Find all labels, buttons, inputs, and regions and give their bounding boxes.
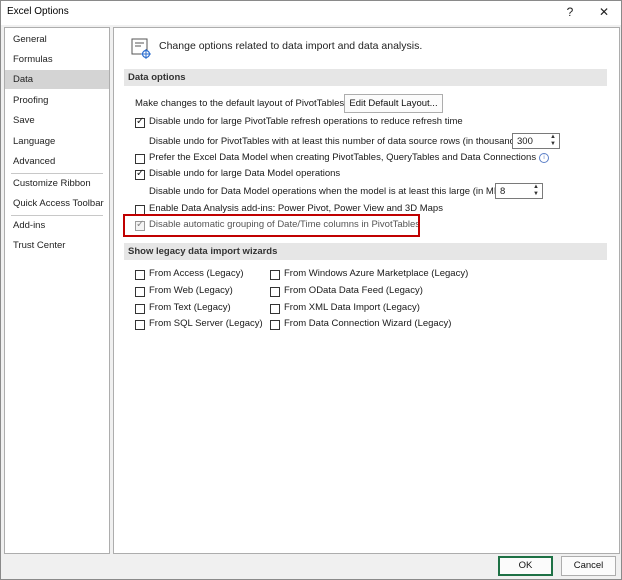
cancel-button[interactable]: Cancel [561, 556, 616, 576]
section-legacy-wizards: Show legacy data import wizards [124, 243, 607, 260]
legacy-odata-label: From OData Data Feed (Legacy) [284, 285, 423, 296]
options-content-panel: Change options related to data import an… [113, 27, 620, 554]
legacy-xml-checkbox[interactable] [270, 304, 280, 314]
ok-button[interactable]: OK [498, 556, 553, 576]
enable-addins-label: Enable Data Analysis add-ins: Power Pivo… [149, 203, 443, 214]
disable-undo-model-label: Disable undo for large Data Model operat… [149, 168, 341, 179]
legacy-access-checkbox[interactable] [135, 270, 145, 280]
disable-undo-pivot-label: Disable undo for large PivotTable refres… [149, 116, 463, 127]
sidebar-item-proofing[interactable]: Proofing [5, 91, 109, 110]
sidebar-item-formulas[interactable]: Formulas [5, 50, 109, 69]
window-title: Excel Options [7, 6, 69, 17]
legacy-web-label: From Web (Legacy) [149, 285, 233, 296]
undo-model-size-label: Disable undo for Data Model operations w… [149, 186, 506, 197]
page-description: Change options related to data import an… [159, 40, 423, 52]
legacy-connection-wizard-checkbox[interactable] [270, 320, 280, 330]
disable-undo-pivot-checkbox[interactable] [135, 116, 145, 128]
legacy-sql-label: From SQL Server (Legacy) [149, 318, 263, 329]
annotation-highlight-box [123, 214, 420, 237]
sidebar-item-add-ins[interactable]: Add-ins [5, 216, 109, 235]
help-button[interactable]: ? [561, 4, 579, 20]
legacy-azure-checkbox[interactable] [270, 270, 280, 280]
sidebar-item-language[interactable]: Language [5, 132, 109, 151]
legacy-xml-label: From XML Data Import (Legacy) [284, 302, 420, 313]
legacy-web-checkbox[interactable] [135, 287, 145, 297]
undo-rows-label: Disable undo for PivotTables with at lea… [149, 136, 526, 147]
sidebar-item-quick-access-toolbar[interactable]: Quick Access Toolbar [5, 194, 109, 213]
legacy-text-checkbox[interactable] [135, 304, 145, 314]
spinner-arrows-icon[interactable]: ▲ ▼ [549, 134, 557, 148]
legacy-access-label: From Access (Legacy) [149, 268, 244, 279]
edit-default-layout-button[interactable]: Edit Default Layout... [344, 94, 443, 113]
legacy-text-label: From Text (Legacy) [149, 302, 231, 313]
sidebar-item-save[interactable]: Save [5, 111, 109, 130]
section-data-options: Data options [124, 69, 607, 86]
undo-model-value: 8 [500, 186, 506, 197]
undo-rows-value: 300 [517, 136, 533, 147]
sidebar-item-trust-center[interactable]: Trust Center [5, 236, 109, 255]
sidebar-item-customize-ribbon[interactable]: Customize Ribbon [5, 174, 109, 193]
legacy-odata-checkbox[interactable] [270, 287, 280, 297]
info-icon[interactable]: i [539, 153, 550, 163]
title-bar: Excel Options ? ✕ [1, 1, 621, 25]
legacy-connection-wizard-label: From Data Connection Wizard (Legacy) [284, 318, 452, 329]
sidebar-item-general[interactable]: General [5, 30, 109, 49]
prefer-data-model-label: Prefer the Excel Data Model when creatin… [149, 152, 550, 163]
data-options-icon [131, 38, 151, 59]
options-sidebar: General Formulas Data Proofing Save Lang… [4, 27, 110, 554]
prefer-data-model-text: Prefer the Excel Data Model when creatin… [149, 152, 537, 163]
spinner-arrows-icon[interactable]: ▲ ▼ [532, 184, 540, 198]
sidebar-item-data[interactable]: Data [5, 70, 109, 89]
legacy-azure-label: From Windows Azure Marketplace (Legacy) [284, 268, 469, 279]
undo-model-spinner[interactable]: 8 ▲ ▼ [495, 183, 543, 199]
prefer-data-model-checkbox[interactable] [135, 154, 145, 164]
legacy-sql-checkbox[interactable] [135, 320, 145, 330]
sidebar-item-advanced[interactable]: Advanced [5, 152, 109, 171]
default-layout-label: Make changes to the default layout of Pi… [135, 98, 347, 109]
disable-undo-model-checkbox[interactable] [135, 168, 145, 180]
close-button[interactable]: ✕ [595, 4, 613, 20]
undo-rows-spinner[interactable]: 300 ▲ ▼ [512, 133, 560, 149]
